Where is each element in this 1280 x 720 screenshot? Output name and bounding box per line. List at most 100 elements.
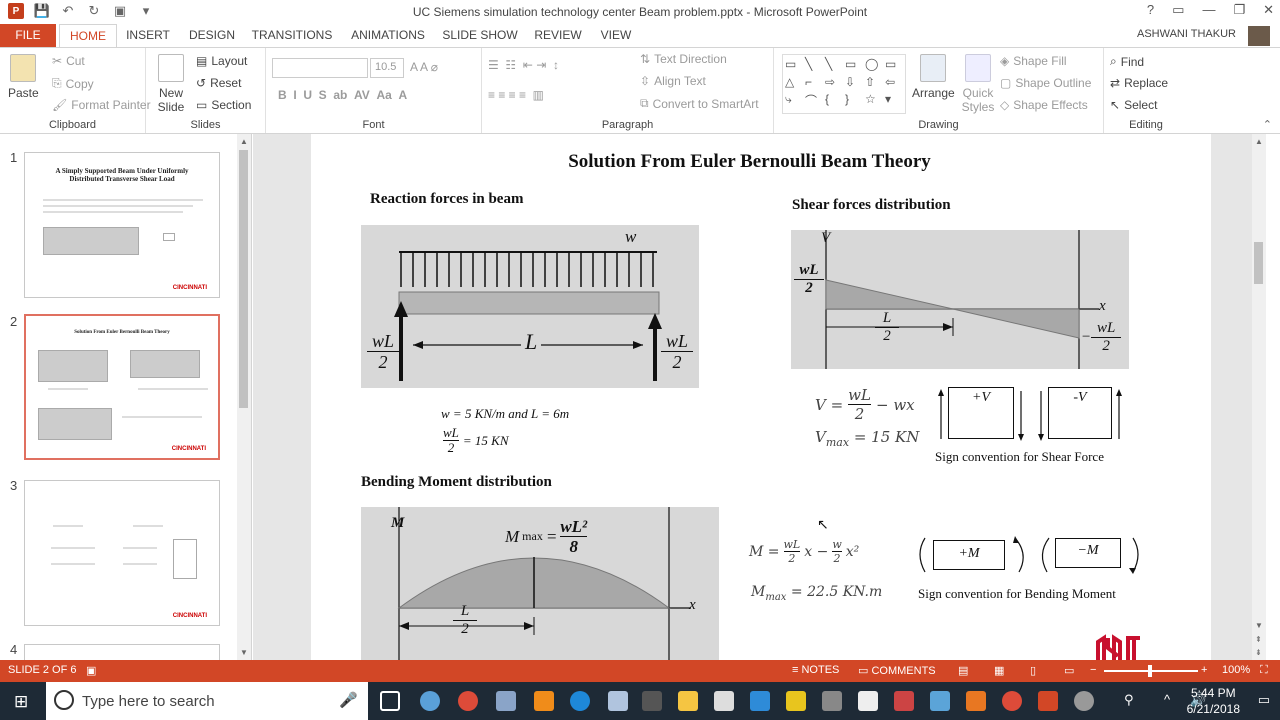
- font-name-box[interactable]: [272, 58, 368, 78]
- shape-outline-button[interactable]: ▢ Shape Outline: [1000, 76, 1091, 90]
- scrollbar-thumb[interactable]: [1254, 242, 1263, 284]
- tab-home[interactable]: HOME: [59, 24, 117, 48]
- tab-file[interactable]: FILE: [0, 24, 56, 48]
- zoom-level[interactable]: 100%: [1222, 664, 1250, 676]
- shapes-gallery[interactable]: ▭ ╲ ╲ ▭ ◯ ▭ △ ⌐ ⇨ ⇩ ⇧ ⇦ ⤷ ⌒{} ☆ ▾: [782, 54, 906, 114]
- find-button[interactable]: ⌕ Find: [1110, 54, 1144, 69]
- editor-scrollbar[interactable]: ▲ ▼ ⇞ ⇟: [1252, 134, 1266, 660]
- app-icon-8[interactable]: [894, 691, 914, 711]
- maximize-button[interactable]: ❐: [1233, 2, 1245, 18]
- arrange-button[interactable]: Arrange: [912, 54, 955, 100]
- bending-moment-figure[interactable]: M x L 2 Mmax = wL² 8: [361, 507, 719, 660]
- zoom-slider[interactable]: [1104, 665, 1198, 677]
- moment-equation-1[interactable]: M = wL 2 x − w2 x²: [749, 538, 859, 565]
- bending-heading[interactable]: Bending Moment distribution: [361, 474, 552, 491]
- fit-slide-icon[interactable]: ⛶: [1260, 664, 1268, 677]
- collapse-ribbon-icon[interactable]: ⌃: [1263, 118, 1272, 131]
- notes-button[interactable]: ≡ NOTES: [792, 664, 839, 676]
- notification-icon[interactable]: ▭: [1258, 692, 1270, 708]
- previous-slide-icon[interactable]: ⇞: [1255, 635, 1262, 644]
- zoom-slider-thumb[interactable]: [1148, 665, 1152, 677]
- ribbon-display-button[interactable]: ▭: [1172, 2, 1184, 18]
- layout-button[interactable]: ▤ Layout: [196, 54, 247, 68]
- slide-canvas[interactable]: Solution From Euler Bernoulli Beam Theor…: [311, 134, 1211, 660]
- windows-start-icon[interactable]: ⊞: [14, 692, 28, 712]
- comments-button[interactable]: ▭ COMMENTS: [858, 664, 936, 677]
- mail-icon[interactable]: [714, 691, 734, 711]
- moment-equation-2[interactable]: Mmax = 22.5 KN.m: [751, 584, 882, 603]
- chrome-icon-2[interactable]: [1002, 691, 1022, 711]
- tab-transitions[interactable]: TRANSITIONS: [250, 24, 334, 48]
- powerpoint-taskbar-icon[interactable]: [1038, 691, 1058, 711]
- app-icon-5[interactable]: [786, 691, 806, 711]
- slide-thumbnail-3[interactable]: CINCINNATI: [24, 480, 220, 626]
- slide-sorter-icon[interactable]: ▦: [994, 664, 1004, 677]
- minimize-button[interactable]: —: [1202, 2, 1215, 18]
- reading-view-icon[interactable]: ▯: [1030, 664, 1036, 677]
- moment-sign-convention[interactable]: +M −M: [915, 534, 1143, 576]
- scroll-down-icon[interactable]: ▼: [1255, 621, 1263, 630]
- tab-design[interactable]: DESIGN: [184, 24, 240, 48]
- shear-equation-1[interactable]: V = wL 2 − wx: [815, 386, 915, 423]
- replace-button[interactable]: ⇄ Replace: [1110, 76, 1168, 90]
- app-icon-9[interactable]: [930, 691, 950, 711]
- vlc-icon[interactable]: [534, 691, 554, 711]
- reaction-equation-1[interactable]: w = 5 KN/m and L = 6m: [441, 406, 569, 422]
- spelling-icon[interactable]: ▣: [86, 664, 96, 677]
- shear-caption[interactable]: Sign convention for Shear Force: [935, 449, 1104, 465]
- list-buttons[interactable]: ☰ ☷ ⇤ ⇥ ↕: [488, 58, 559, 72]
- microphone-icon[interactable]: 🎤: [339, 691, 358, 709]
- convert-smartart-button[interactable]: ⧉ Convert to SmartArt: [640, 96, 759, 111]
- app-icon-2[interactable]: [496, 691, 516, 711]
- people-icon[interactable]: ⚲: [1124, 692, 1134, 708]
- paste-button[interactable]: Paste: [8, 54, 39, 100]
- app-icon-1[interactable]: [420, 691, 440, 711]
- font-size-buttons[interactable]: A A ⌀: [410, 60, 438, 74]
- chevron-up-icon[interactable]: ^: [1164, 692, 1170, 707]
- slide-thumbnail-2[interactable]: Solution From Euler Bernoulli Beam Theor…: [24, 314, 220, 460]
- app-icon-3[interactable]: [608, 691, 628, 711]
- calculator-icon[interactable]: [642, 691, 662, 711]
- shear-heading[interactable]: Shear forces distribution: [792, 197, 951, 214]
- format-painter-button[interactable]: 🖌 Format Painter: [52, 98, 151, 112]
- scroll-down-icon[interactable]: ▼: [240, 648, 248, 657]
- section-button[interactable]: ▭ Section: [196, 98, 251, 112]
- taskbar-search-box[interactable]: Type here to search 🎤: [46, 682, 368, 720]
- next-slide-icon[interactable]: ⇟: [1255, 648, 1262, 657]
- reaction-heading[interactable]: Reaction forces in beam: [370, 191, 523, 208]
- tab-animations[interactable]: ANIMATIONS: [345, 24, 431, 48]
- new-slide-button[interactable]: New Slide: [156, 54, 186, 114]
- shape-fill-button[interactable]: ◈ Shape Fill: [1000, 54, 1067, 68]
- close-button[interactable]: ✕: [1263, 2, 1274, 18]
- reaction-forces-figure[interactable]: w L wL 2 wL 2: [361, 225, 699, 388]
- shear-equation-2[interactable]: Vmax = 15 KN: [815, 428, 919, 449]
- file-explorer-icon[interactable]: [678, 691, 698, 711]
- slide-thumbnail-4[interactable]: [24, 644, 220, 660]
- tab-insert[interactable]: INSERT: [122, 24, 174, 48]
- thumbnails-scrollbar[interactable]: ▲ ▼: [237, 134, 251, 660]
- app-icon-7[interactable]: [858, 691, 878, 711]
- app-icon-4[interactable]: [750, 691, 770, 711]
- user-name[interactable]: ASHWANI THAKUR: [1137, 28, 1236, 40]
- scrollbar-thumb[interactable]: [239, 150, 248, 408]
- edge-icon[interactable]: [570, 691, 590, 711]
- shear-force-figure[interactable]: V x wL 2 L 2 − wL 2: [791, 230, 1129, 369]
- normal-view-icon[interactable]: ▤: [958, 664, 968, 677]
- select-button[interactable]: ↖ Select: [1110, 98, 1157, 112]
- settings-icon[interactable]: [1074, 691, 1094, 711]
- slide-thumbnail-1[interactable]: A Simply Supported Beam Under Uniformly …: [24, 152, 220, 298]
- reset-button[interactable]: ↺ Reset: [196, 76, 241, 90]
- tab-review[interactable]: REVIEW: [530, 24, 586, 48]
- shear-sign-convention[interactable]: +V -V: [937, 387, 1123, 443]
- task-view-icon[interactable]: [380, 691, 400, 711]
- shape-effects-button[interactable]: ◇ Shape Effects: [1000, 98, 1088, 112]
- copy-button[interactable]: ⎘ Copy: [52, 76, 94, 91]
- align-buttons[interactable]: ≡ ≡ ≡ ≡ ▥: [488, 88, 544, 102]
- text-direction-button[interactable]: ⇅ Text Direction: [640, 52, 727, 66]
- quick-styles-button[interactable]: Quick Styles: [960, 54, 996, 114]
- app-icon-6[interactable]: [822, 691, 842, 711]
- font-size-box[interactable]: 10.5: [370, 58, 404, 78]
- scroll-up-icon[interactable]: ▲: [240, 137, 248, 146]
- zoom-in-icon[interactable]: +: [1201, 664, 1207, 676]
- slide-show-icon[interactable]: ▭: [1064, 664, 1074, 677]
